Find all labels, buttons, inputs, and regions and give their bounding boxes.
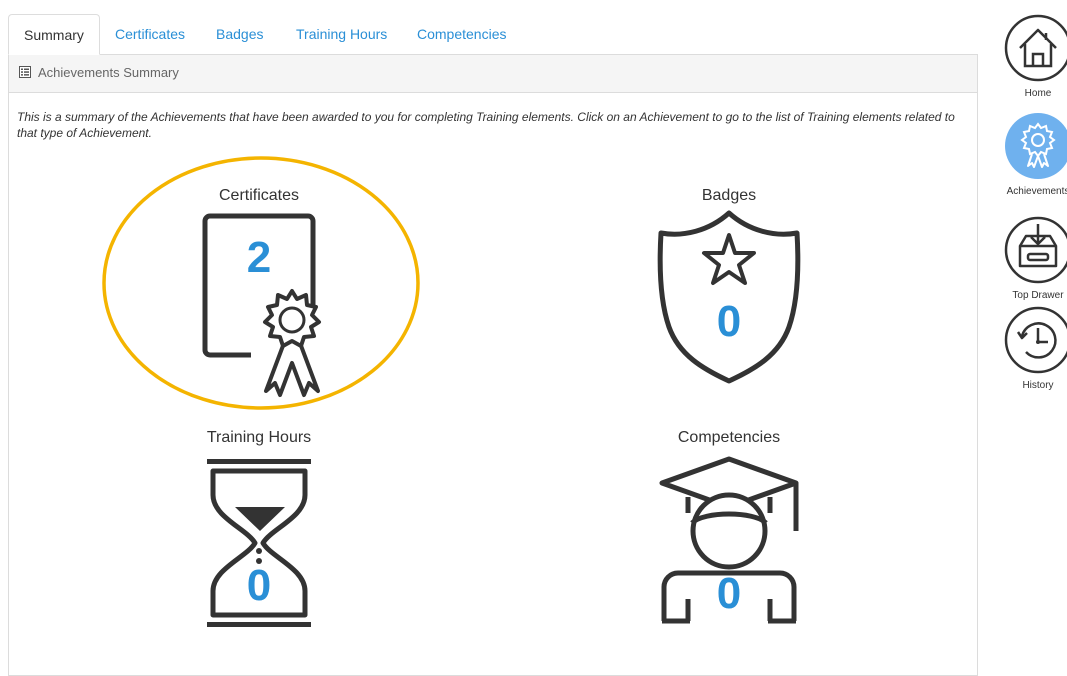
intro-text: This is a summary of the Achievements th… (17, 110, 955, 140)
tab-competencies[interactable]: Competencies (417, 14, 507, 54)
nav-top-drawer[interactable]: Top Drawer (1003, 216, 1067, 301)
nav-home[interactable]: Home (1003, 14, 1067, 99)
award-icon (1005, 113, 1067, 179)
home-icon (1004, 14, 1067, 82)
achievements-summary-panel: Achievements Summary This is a summary o… (8, 54, 978, 676)
tab-summary[interactable]: Summary (8, 14, 100, 55)
badges-count: 0 (716, 297, 742, 346)
highlight-ellipse (102, 156, 420, 410)
training-hours-label: Training Hours (206, 429, 312, 446)
nav-history[interactable]: History (1003, 306, 1067, 391)
drawer-icon (1004, 216, 1067, 284)
history-icon (1004, 306, 1067, 374)
training-hours-count: 0 (246, 561, 272, 610)
training-hours-tile[interactable]: Training Hours 0 (159, 427, 359, 632)
competencies-count: 0 (716, 569, 742, 618)
tab-badges[interactable]: Badges (216, 14, 263, 54)
badges-tile[interactable]: Badges 0 (629, 183, 829, 398)
competencies-tile[interactable]: Competencies 0 (629, 427, 829, 632)
panel-header: Achievements Summary (9, 55, 977, 93)
panel-title: Achievements Summary (38, 65, 179, 80)
nav-achievements[interactable]: Achievements (1003, 112, 1067, 197)
achievement-tabs: Summary Certificates Badges Training Hou… (8, 14, 978, 55)
nav-achievements-label: Achievements (1006, 186, 1067, 197)
tab-certificates[interactable]: Certificates (115, 14, 185, 54)
nav-history-label: History (1022, 380, 1054, 391)
tab-training-hours[interactable]: Training Hours (296, 14, 387, 54)
nav-top-drawer-label: Top Drawer (1012, 290, 1064, 301)
list-icon (19, 66, 31, 78)
badges-label: Badges (701, 187, 757, 204)
nav-home-label: Home (1024, 88, 1052, 99)
competencies-label: Competencies (677, 429, 781, 446)
